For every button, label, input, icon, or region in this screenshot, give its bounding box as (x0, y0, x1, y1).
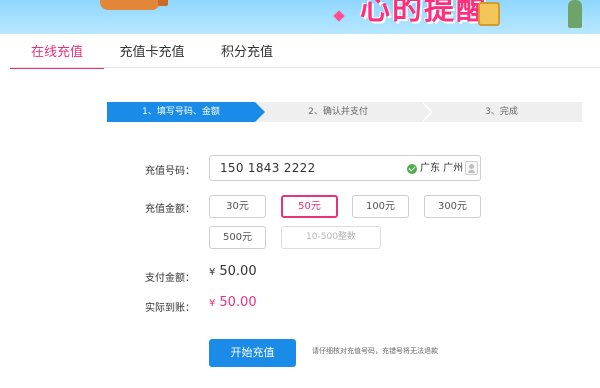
currency-symbol: ¥ (209, 267, 216, 278)
pay-amount-number: 50.00 (219, 264, 257, 279)
step-complete: 3、完成 (421, 102, 582, 122)
gift-box-icon (478, 2, 500, 26)
banner-logo-text: 心的提醒 (360, 0, 488, 27)
progress-steps: 3、完成 2、确认并支付 1、填写号码、金额 (107, 102, 582, 122)
amount-option-300[interactable]: 300元 (424, 195, 481, 218)
contact-book-icon[interactable] (465, 161, 478, 175)
number-label: 充值号码： (145, 166, 195, 177)
recharge-tabs: 在线充值 充值卡充值 积分充值 (0, 34, 600, 69)
step-confirm-pay: 2、确认并支付 (255, 102, 433, 122)
step-fill-number: 1、填写号码、金额 (107, 102, 265, 122)
currency-symbol: ¥ (209, 298, 216, 309)
warning-hint: 请仔细核对充值号码，充错号将无法退款 (312, 347, 438, 355)
start-recharge-button[interactable]: 开始充值 (209, 339, 296, 367)
actual-amount-number: 50.00 (219, 295, 257, 310)
actual-amount-value: ¥50.00 (209, 295, 257, 310)
recharge-page: 心的提醒 在线充值 充值卡充值 积分充值 3、完成 2、确认并支付 1、填写号码… (0, 0, 600, 388)
tab-card-recharge[interactable]: 充值卡充值 (112, 34, 192, 68)
promo-banner[interactable]: 心的提醒 (0, 0, 600, 34)
pay-amount-value: ¥50.00 (209, 264, 257, 279)
tab-online-recharge[interactable]: 在线充值 (10, 34, 104, 69)
airship-illustration-icon (100, 0, 168, 10)
phone-number-input[interactable]: 150 1843 2222 广东 广州 (209, 155, 481, 181)
amount-option-30[interactable]: 30元 (209, 195, 266, 218)
tabs-divider (10, 67, 600, 68)
person-illustration-icon (568, 0, 582, 28)
sparkle-icon (333, 10, 345, 22)
tab-points-recharge[interactable]: 积分充值 (210, 34, 284, 68)
amount-option-100[interactable]: 100元 (352, 195, 409, 218)
check-circle-icon (407, 164, 417, 174)
phone-number-value: 150 1843 2222 (220, 161, 316, 175)
actual-amount-label: 实际到账： (145, 303, 195, 314)
number-region: 广东 广州 (420, 163, 464, 174)
amount-option-50[interactable]: 50元 (281, 195, 338, 218)
amount-option-500[interactable]: 500元 (209, 226, 266, 249)
custom-amount-input[interactable]: 10-500整数 (281, 226, 381, 249)
pay-amount-label: 支付金额： (145, 273, 195, 284)
amount-label: 充值金额： (145, 204, 195, 215)
